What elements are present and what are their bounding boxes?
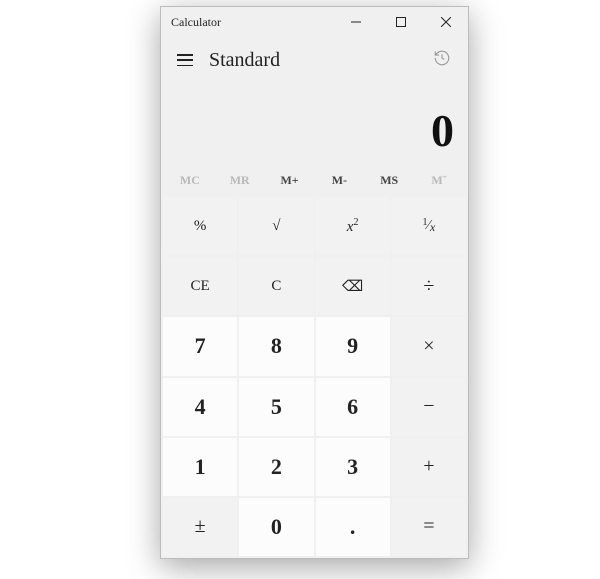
minimize-icon [351,17,361,27]
percent-button[interactable]: % [163,197,237,255]
memory-clear-button: MC [165,165,215,195]
multiply-button[interactable]: × [392,317,466,375]
maximize-icon [396,17,406,27]
digit-0-button[interactable]: 0 [239,498,313,556]
digit-4-button[interactable]: 4 [163,378,237,436]
square-button[interactable]: x2 [316,197,390,255]
digit-2-button[interactable]: 2 [239,438,313,496]
calculator-window: Calculator Standa [160,6,469,559]
decimal-button[interactable]: . [316,498,390,556]
plusminus-button[interactable]: ± [163,498,237,556]
memory-subtract-button[interactable]: M- [314,165,364,195]
maximize-button[interactable] [378,7,423,37]
digit-1-button[interactable]: 1 [163,438,237,496]
hamburger-icon [177,54,193,66]
clear-entry-button[interactable]: CE [163,257,237,315]
digit-5-button[interactable]: 5 [239,378,313,436]
minimize-button[interactable] [333,7,378,37]
reciprocal-label: 1⁄x [423,217,436,235]
mode-title: Standard [205,49,424,72]
divide-button[interactable]: ÷ [392,257,466,315]
digit-6-button[interactable]: 6 [316,378,390,436]
memory-store-button[interactable]: MS [364,165,414,195]
plus-button[interactable]: + [392,438,466,496]
equals-button[interactable]: = [392,498,466,556]
history-icon [433,49,451,72]
keypad: % √ x2 1⁄x CE C ⌫ ÷ 7 8 9 × 4 5 6 − 1 2 … [161,195,468,558]
menu-button[interactable] [165,40,205,80]
digit-7-button[interactable]: 7 [163,317,237,375]
memory-list-button: Mˇ [414,165,464,195]
reciprocal-button[interactable]: 1⁄x [392,197,466,255]
digit-3-button[interactable]: 3 [316,438,390,496]
square-label: x2 [347,217,359,236]
header: Standard [161,37,468,83]
memory-add-button[interactable]: M+ [265,165,315,195]
window-controls [333,7,468,37]
close-button[interactable] [423,7,468,37]
history-button[interactable] [424,42,460,78]
close-icon [441,17,451,27]
minus-button[interactable]: − [392,378,466,436]
display: 0 [161,83,468,165]
memory-recall-button: MR [215,165,265,195]
titlebar: Calculator [161,7,468,37]
digit-8-button[interactable]: 8 [239,317,313,375]
display-value: 0 [431,104,454,157]
backspace-button[interactable]: ⌫ [316,257,390,315]
digit-9-button[interactable]: 9 [316,317,390,375]
window-title: Calculator [161,15,333,30]
clear-button[interactable]: C [239,257,313,315]
sqrt-button[interactable]: √ [239,197,313,255]
memory-row: MC MR M+ M- MS Mˇ [161,165,468,195]
